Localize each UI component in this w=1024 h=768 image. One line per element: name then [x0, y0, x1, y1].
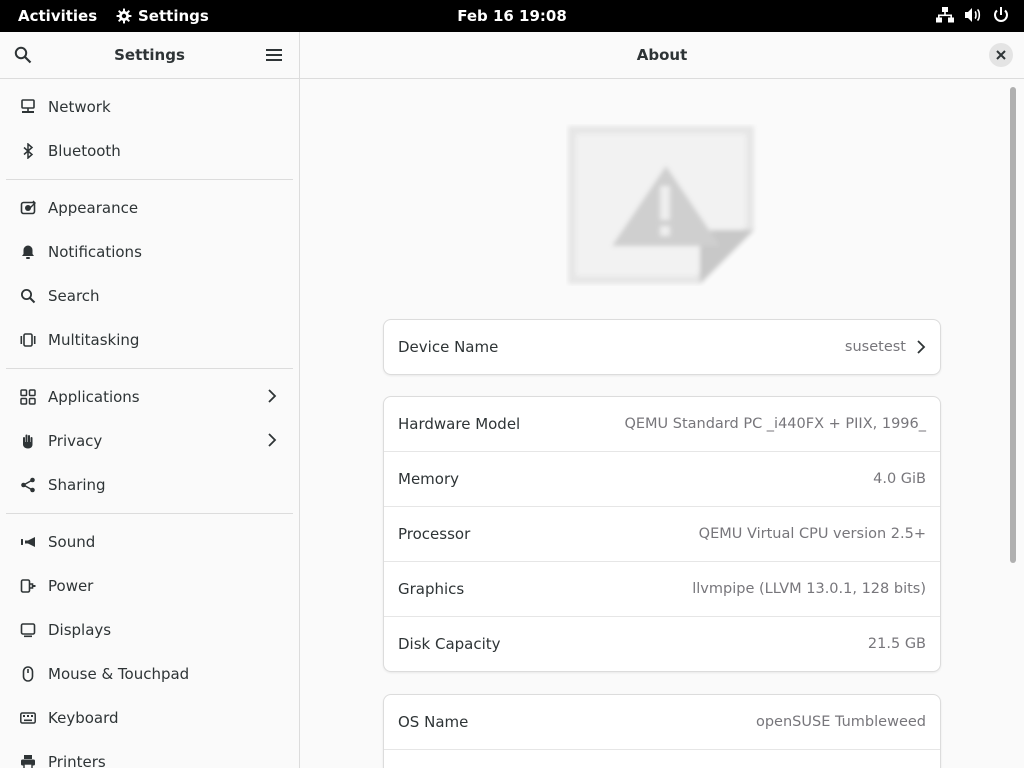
os-info-card: OS Name openSUSE Tumbleweed — [383, 694, 941, 768]
sidebar-item-label: Sharing — [48, 476, 106, 494]
device-name-card: Device Name susetest — [383, 319, 941, 375]
sidebar-divider — [6, 513, 293, 514]
row-label: Memory — [398, 470, 460, 488]
memory-row: Memory 4.0 GiB — [384, 451, 940, 506]
power-icon[interactable] — [992, 6, 1010, 24]
sidebar-item-sound[interactable]: Sound — [0, 520, 299, 564]
close-icon — [996, 50, 1006, 60]
activities-button[interactable]: Activities — [18, 7, 97, 25]
bell-icon — [19, 243, 37, 261]
hardware-info-card: Hardware Model QEMU Standard PC _i440FX … — [383, 396, 941, 672]
sidebar-item-power[interactable]: Power — [0, 564, 299, 608]
keyboard-icon — [19, 709, 37, 727]
clock[interactable]: Feb 16 19:08 — [457, 7, 567, 25]
sidebar-title: Settings — [114, 46, 185, 64]
sidebar-item-label: Network — [48, 98, 111, 116]
sidebar-item-search[interactable]: Search — [0, 274, 299, 318]
sidebar-item-label: Mouse & Touchpad — [48, 665, 190, 683]
network-icon — [19, 98, 37, 116]
bluetooth-icon — [19, 142, 37, 160]
row-label: Graphics — [398, 580, 465, 598]
sidebar-item-label: Appearance — [48, 199, 139, 217]
hamburger-icon — [266, 49, 282, 61]
network-wired-icon[interactable] — [936, 6, 954, 24]
row-label: Processor — [398, 525, 471, 543]
multitasking-icon — [19, 331, 37, 349]
display-icon — [19, 621, 37, 639]
chevron-right-icon — [917, 340, 926, 354]
sidebar-item-label: Privacy — [48, 432, 103, 450]
volume-icon[interactable] — [964, 6, 982, 24]
sidebar-item-label: Search — [48, 287, 100, 305]
sidebar-item-label: Applications — [48, 388, 140, 406]
sidebar-divider — [6, 179, 293, 180]
row-value: 21.5 GB — [867, 636, 926, 652]
sidebar-item-label: Bluetooth — [48, 142, 121, 160]
search-icon — [19, 287, 37, 305]
system-tray[interactable] — [936, 6, 1010, 24]
app-menu[interactable]: Settings — [116, 7, 209, 25]
scrollbar[interactable] — [1010, 87, 1016, 563]
sidebar-item-applications[interactable]: Applications — [0, 375, 299, 419]
sidebar-item-appearance[interactable]: Appearance — [0, 186, 299, 230]
sidebar-item-label: Keyboard — [48, 709, 119, 727]
sidebar-item-label: Multitasking — [48, 331, 140, 349]
sidebar: Settings Network Bluetooth Appearance No… — [0, 32, 300, 768]
row-label: Hardware Model — [398, 415, 521, 433]
disk-capacity-row: Disk Capacity 21.5 GB — [384, 616, 940, 671]
app-name: Settings — [138, 7, 209, 25]
close-button[interactable] — [989, 43, 1013, 67]
device-name-row[interactable]: Device Name susetest — [384, 320, 940, 374]
sidebar-item-multitasking[interactable]: Multitasking — [0, 318, 299, 362]
row-value: openSUSE Tumbleweed — [755, 714, 926, 730]
row-value: susetest — [844, 339, 906, 355]
hamburger-menu-button[interactable] — [266, 47, 282, 66]
row-value: llvmpipe (LLVM 13.0.1, 128 bits) — [692, 581, 926, 597]
mouse-icon — [19, 665, 37, 683]
speaker-icon — [19, 533, 37, 551]
chevron-right-icon — [267, 388, 277, 408]
row-value: QEMU Standard PC _i440FX + PIIX, 1996_ — [624, 416, 926, 432]
row-label: OS Name — [398, 713, 469, 731]
os-next-row — [384, 749, 940, 768]
sidebar-list: Network Bluetooth Appearance Notificatio… — [0, 79, 299, 768]
sidebar-item-keyboard[interactable]: Keyboard — [0, 696, 299, 740]
row-label: Disk Capacity — [398, 635, 501, 653]
sidebar-item-notifications[interactable]: Notifications — [0, 230, 299, 274]
gear-icon — [116, 8, 132, 24]
page-title: About — [636, 46, 688, 64]
os-name-row: OS Name openSUSE Tumbleweed — [384, 695, 940, 749]
main-header: About — [300, 32, 1024, 79]
sidebar-item-label: Sound — [48, 533, 96, 551]
sidebar-item-network[interactable]: Network — [0, 85, 299, 129]
graphics-row: Graphics llvmpipe (LLVM 13.0.1, 128 bits… — [384, 561, 940, 616]
sidebar-item-displays[interactable]: Displays — [0, 608, 299, 652]
sidebar-divider — [6, 368, 293, 369]
distro-logo-missing-icon — [566, 124, 758, 286]
share-icon — [19, 476, 37, 494]
appearance-icon — [19, 199, 37, 217]
about-panel: Device Name susetest Hardware Model QEMU… — [300, 79, 1024, 768]
sidebar-item-label: Power — [48, 577, 94, 595]
top-bar: Activities Settings Feb 16 19:08 — [0, 0, 1024, 32]
power-plug-icon — [19, 577, 37, 595]
sidebar-item-privacy[interactable]: Privacy — [0, 419, 299, 463]
sidebar-item-label: Printers — [48, 753, 106, 768]
hand-icon — [19, 432, 37, 450]
sidebar-header: Settings — [0, 32, 299, 79]
sidebar-item-label: Notifications — [48, 243, 142, 261]
sidebar-item-sharing[interactable]: Sharing — [0, 463, 299, 507]
sidebar-item-printers[interactable]: Printers — [0, 740, 299, 768]
hardware-model-row: Hardware Model QEMU Standard PC _i440FX … — [384, 397, 940, 451]
sidebar-item-label: Displays — [48, 621, 112, 639]
apps-grid-icon — [19, 388, 37, 406]
row-value: QEMU Virtual CPU version 2.5+ — [698, 526, 926, 542]
row-value: 4.0 GiB — [873, 471, 926, 487]
chevron-right-icon — [267, 432, 277, 452]
printer-icon — [19, 753, 37, 768]
processor-row: Processor QEMU Virtual CPU version 2.5+ — [384, 506, 940, 561]
sidebar-item-mouse-touchpad[interactable]: Mouse & Touchpad — [0, 652, 299, 696]
sidebar-item-bluetooth[interactable]: Bluetooth — [0, 129, 299, 173]
row-label: Device Name — [398, 338, 499, 356]
